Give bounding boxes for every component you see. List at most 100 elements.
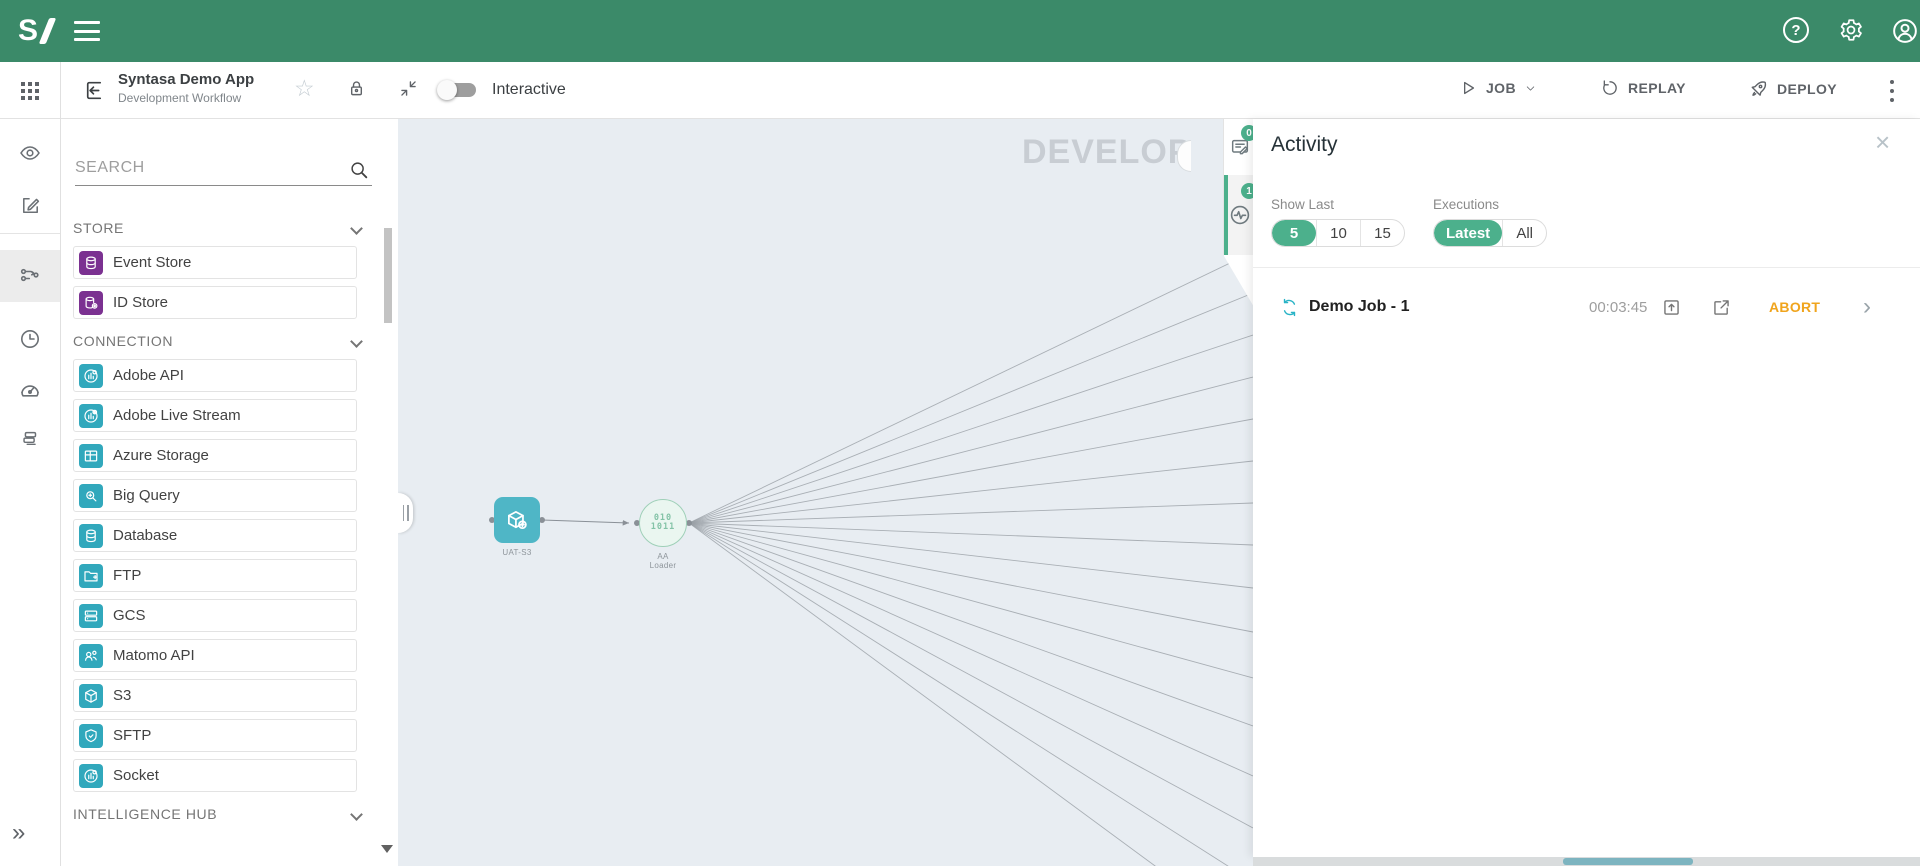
search-icon[interactable] bbox=[348, 159, 370, 181]
tab-activity[interactable]: 1 bbox=[1224, 175, 1255, 255]
rocket-icon bbox=[1748, 78, 1769, 99]
syntasa-logo[interactable]: S bbox=[18, 14, 51, 48]
section-header-store[interactable]: STORE bbox=[73, 220, 365, 236]
palette-item-label: Database bbox=[113, 527, 177, 544]
panel-title: Activity bbox=[1271, 133, 1338, 157]
palette-item-matomo-api[interactable]: Matomo API bbox=[73, 639, 357, 672]
sidebar-item-edit[interactable] bbox=[0, 179, 60, 231]
back-to-apps-icon[interactable] bbox=[82, 78, 107, 103]
palette-item-sftp[interactable]: SFTP bbox=[73, 719, 357, 752]
palette-item-label: Socket bbox=[113, 767, 159, 784]
compress-icon[interactable] bbox=[398, 78, 419, 99]
show-last-option-5[interactable]: 5 bbox=[1272, 220, 1316, 246]
visitor-icon bbox=[79, 644, 103, 668]
chevron-down-icon bbox=[1524, 82, 1537, 95]
show-last-option-10[interactable]: 10 bbox=[1316, 220, 1360, 246]
palette-item-label: Adobe API bbox=[113, 367, 184, 384]
chart-circle-icon bbox=[79, 764, 103, 788]
left-icon-rail: » bbox=[0, 119, 61, 866]
palette-item-big-query[interactable]: Big Query bbox=[73, 479, 357, 512]
gauge-icon bbox=[18, 377, 42, 401]
cube-plus-icon bbox=[504, 507, 530, 533]
palette-item-socket[interactable]: Socket bbox=[73, 759, 357, 792]
chevron-right-icon[interactable]: › bbox=[1863, 293, 1871, 321]
palette-item-event-store[interactable]: Event Store bbox=[73, 246, 357, 279]
job-row[interactable]: Demo Job - 1 00:03:45 ABORT › bbox=[1253, 287, 1920, 331]
palette-item-ftp[interactable]: FTP bbox=[73, 559, 357, 592]
edge-lines bbox=[398, 119, 1253, 866]
open-in-new-icon[interactable] bbox=[1711, 297, 1732, 318]
database-icon bbox=[79, 524, 103, 548]
executions-label: Executions bbox=[1433, 197, 1499, 212]
palette-item-gcs[interactable]: GCS bbox=[73, 599, 357, 632]
lock-icon[interactable] bbox=[346, 78, 367, 99]
sidebar-item-data[interactable] bbox=[0, 413, 60, 465]
sidebar-item-view[interactable] bbox=[0, 127, 60, 179]
show-last-option-15[interactable]: 15 bbox=[1360, 220, 1404, 246]
palette-item-database[interactable]: Database bbox=[73, 519, 357, 552]
close-icon[interactable]: × bbox=[1875, 129, 1890, 155]
sidebar-item-dashboard[interactable] bbox=[0, 363, 60, 415]
workflow-toolbar: Syntasa Demo App Development Workflow ☆ … bbox=[0, 62, 1920, 119]
database-gear-icon bbox=[79, 291, 103, 315]
palette-item-label: ID Store bbox=[113, 294, 168, 311]
palette-item-label: Matomo API bbox=[113, 647, 195, 664]
tab-notes[interactable]: 0 bbox=[1224, 119, 1255, 175]
job-menu-button[interactable]: JOB bbox=[1458, 78, 1537, 98]
account-icon[interactable] bbox=[1891, 17, 1919, 45]
chart-circle-icon bbox=[79, 364, 103, 388]
page-subtitle: Development Workflow bbox=[118, 91, 254, 105]
cube-icon bbox=[79, 684, 103, 708]
abort-button[interactable]: ABORT bbox=[1769, 299, 1820, 315]
window-grid-icon bbox=[79, 444, 103, 468]
shield-icon bbox=[79, 724, 103, 748]
executions-option-all[interactable]: All bbox=[1502, 220, 1546, 246]
deploy-button[interactable]: DEPLOY bbox=[1748, 78, 1837, 99]
eye-icon bbox=[18, 141, 42, 165]
palette-item-s3[interactable]: S3 bbox=[73, 679, 357, 712]
palette-item-label: Event Store bbox=[113, 254, 191, 271]
chevron-down-icon bbox=[350, 808, 363, 821]
clock-icon bbox=[18, 327, 42, 351]
horizontal-scrollbar-thumb[interactable] bbox=[1563, 858, 1693, 865]
executions-option-latest[interactable]: Latest bbox=[1434, 220, 1502, 246]
palette-item-label: FTP bbox=[113, 567, 141, 584]
workflow-canvas[interactable]: DEVELOP UAT-S3 010 1011 AALoader bbox=[398, 119, 1253, 866]
palette-item-azure-storage[interactable]: Azure Storage bbox=[73, 439, 357, 472]
export-log-icon[interactable] bbox=[1661, 297, 1682, 318]
app-title-block: Syntasa Demo App Development Workflow bbox=[118, 71, 254, 105]
job-duration: 00:03:45 bbox=[1589, 299, 1647, 316]
node-aa-loader[interactable]: 010 1011 bbox=[639, 499, 687, 547]
workflow-icon bbox=[18, 264, 42, 288]
section-header-connection[interactable]: CONNECTION bbox=[73, 333, 365, 349]
hamburger-menu-icon[interactable] bbox=[74, 21, 100, 41]
chart-circle-plus-icon bbox=[79, 404, 103, 428]
page-title: Syntasa Demo App bbox=[118, 71, 254, 88]
expand-panel-icon[interactable]: » bbox=[12, 819, 23, 847]
replay-button[interactable]: REPLAY bbox=[1600, 78, 1686, 98]
section-title: INTELLIGENCE HUB bbox=[73, 806, 217, 822]
help-icon[interactable]: ? bbox=[1783, 17, 1811, 45]
sidebar-item-history[interactable] bbox=[0, 313, 60, 365]
favorite-star-icon[interactable]: ☆ bbox=[294, 75, 315, 102]
gear-icon[interactable] bbox=[1838, 17, 1866, 45]
node-label: AALoader bbox=[623, 552, 703, 570]
kebab-menu-icon[interactable] bbox=[1884, 77, 1900, 105]
palette-item-id-store[interactable]: ID Store bbox=[73, 286, 357, 319]
palette-item-adobe-api[interactable]: Adobe API bbox=[73, 359, 357, 392]
palette-item-label: S3 bbox=[113, 687, 131, 704]
chevron-down-icon bbox=[350, 222, 363, 235]
node-uat-s3[interactable] bbox=[494, 497, 540, 543]
search-input[interactable] bbox=[75, 159, 335, 177]
section-header-intelligence-hub[interactable]: INTELLIGENCE HUB bbox=[73, 806, 365, 822]
palette-item-adobe-live-stream[interactable]: Adobe Live Stream bbox=[73, 399, 357, 432]
palette-scroll-down-arrow[interactable] bbox=[381, 845, 393, 853]
palette-item-label: Big Query bbox=[113, 487, 180, 504]
apps-grid-icon[interactable] bbox=[0, 62, 61, 119]
palette-scrollbar-thumb[interactable] bbox=[384, 228, 392, 323]
node-palette-panel: STORE Event Store ID Store CONNECTION Adobe … bbox=[61, 119, 398, 866]
top-app-bar: S ? bbox=[0, 0, 1920, 62]
interactive-toggle[interactable] bbox=[440, 83, 476, 97]
chevron-down-icon bbox=[350, 335, 363, 348]
sidebar-item-workflow[interactable] bbox=[0, 250, 60, 302]
